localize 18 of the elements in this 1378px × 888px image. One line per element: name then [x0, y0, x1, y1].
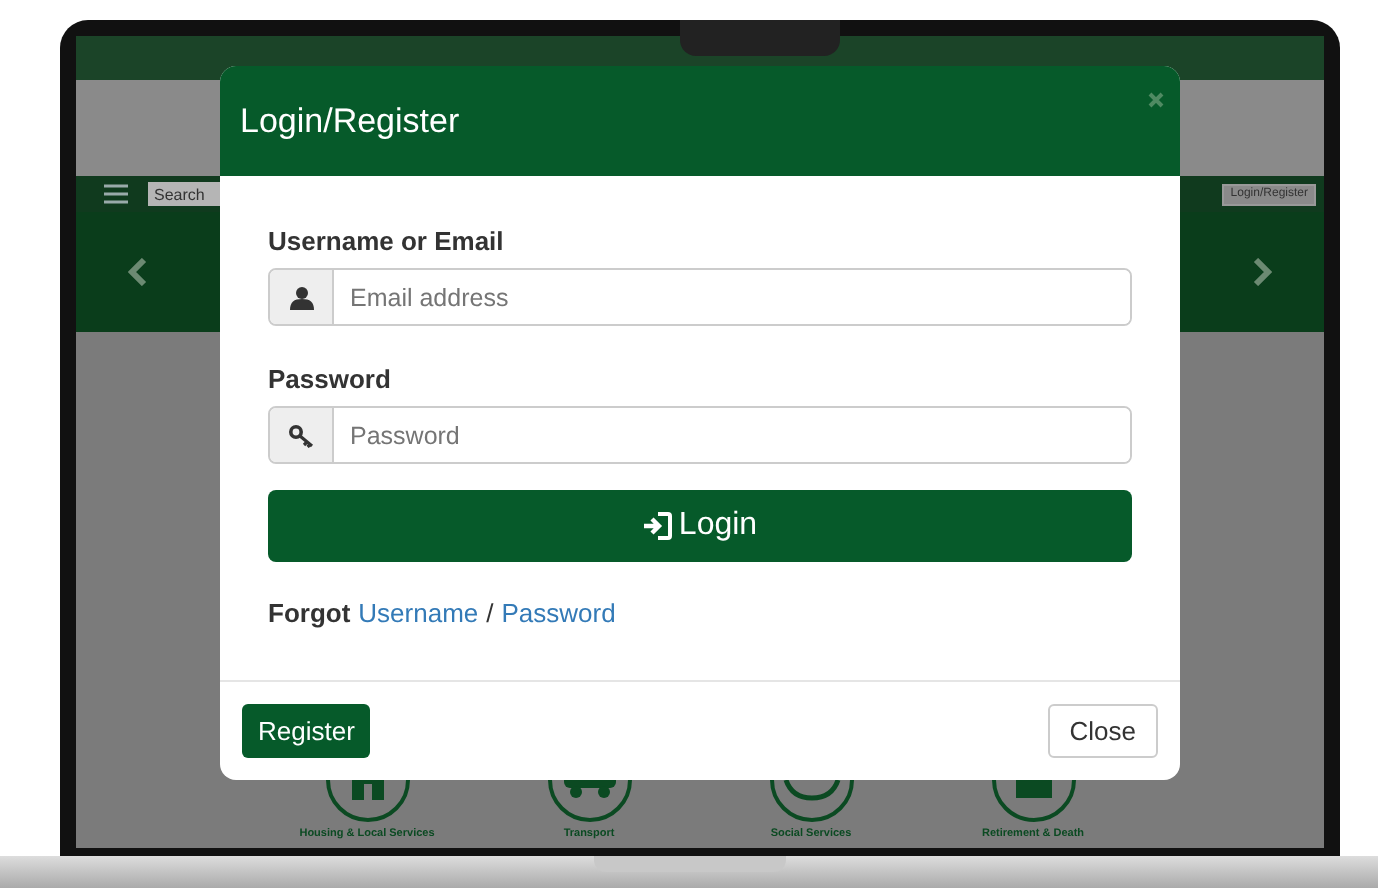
- password-field[interactable]: Password: [268, 406, 1132, 464]
- field-label: Username or Email: [268, 226, 504, 256]
- close-button[interactable]: Close: [1047, 704, 1158, 758]
- chevron-right-icon[interactable]: [1252, 258, 1272, 286]
- forgot-link[interactable]: Username: [358, 598, 479, 628]
- separator-text: /: [486, 598, 494, 628]
- register-button[interactable]: Register: [242, 704, 371, 758]
- forgot-link[interactable]: Password: [501, 598, 616, 628]
- menu-icon[interactable]: [104, 184, 128, 204]
- chevron-left-icon[interactable]: [128, 258, 148, 286]
- forgot-text: Forgot: [268, 598, 351, 628]
- login-button[interactable]: Login: [268, 490, 1132, 562]
- field-label: Password: [268, 364, 391, 394]
- user-icon: [289, 285, 313, 309]
- login-icon: [642, 510, 675, 542]
- dialog-title: Login/Register: [240, 101, 460, 141]
- email-field[interactable]: Email address: [268, 268, 1132, 326]
- key-icon: [287, 423, 315, 447]
